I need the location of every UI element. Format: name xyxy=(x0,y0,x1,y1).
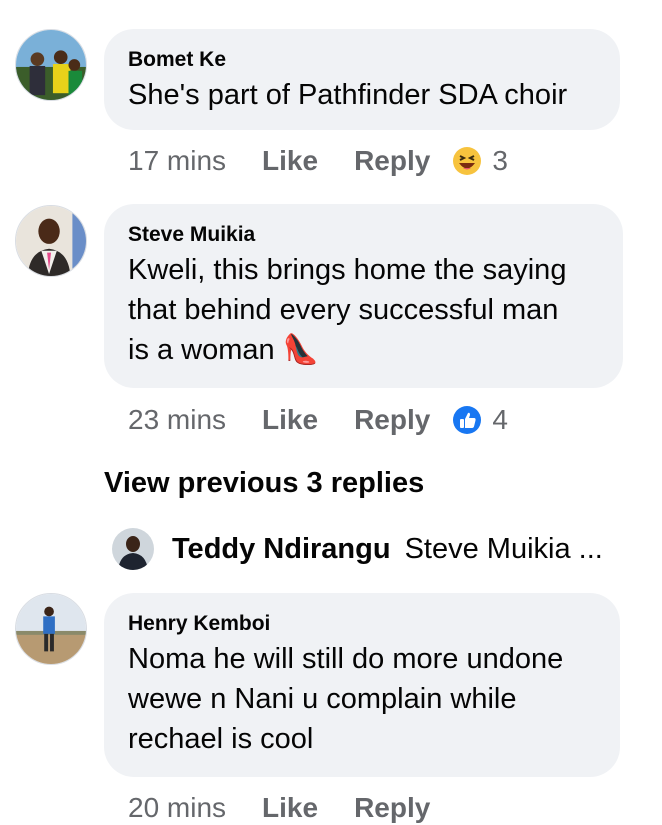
comment-author[interactable]: Henry Kemboi xyxy=(128,611,596,637)
comment-time[interactable]: 20 mins xyxy=(128,791,226,825)
reaction-count[interactable]: 3 xyxy=(492,144,508,178)
reply-author[interactable]: Teddy Ndirangu xyxy=(172,533,391,566)
like-button[interactable]: Like xyxy=(262,403,318,437)
comment-actions: 23 mins Like Reply 4 xyxy=(128,403,508,437)
like-button[interactable]: Like xyxy=(262,144,318,178)
thumbs-up-icon[interactable] xyxy=(452,405,482,435)
comment-bubble: Bomet Ke She's part of Pathfinder SDA ch… xyxy=(104,29,620,130)
avatar-image xyxy=(16,594,86,664)
comment-text-line: Noma he will still do more undone xyxy=(128,643,564,675)
comment-bubble: Steve Muikia Kweli, this brings home the… xyxy=(104,204,623,388)
reply-button[interactable]: Reply xyxy=(354,144,430,178)
comment-text-line: rechael is cool xyxy=(128,723,314,755)
reply-preview[interactable]: Teddy Ndirangu Steve Muikia ... xyxy=(112,528,603,570)
avatar-bomet-ke[interactable] xyxy=(15,29,87,101)
comment-author[interactable]: Steve Muikia xyxy=(128,222,599,248)
avatar-steve-muikia[interactable] xyxy=(15,205,87,277)
comment-text-line: wewe n Nani u complain while xyxy=(128,683,517,715)
comment-text-line: that behind every successful man xyxy=(128,294,559,326)
comment-text-line: is a woman 👠 xyxy=(128,334,319,366)
laughing-emoji-icon[interactable] xyxy=(452,146,482,176)
comment-actions: 20 mins Like Reply xyxy=(128,791,466,825)
reply-button[interactable]: Reply xyxy=(354,403,430,437)
comment-bubble: Henry Kemboi Noma he will still do more … xyxy=(104,593,620,777)
comment-text-line: Kweli, this brings home the saying xyxy=(128,254,567,286)
comment-text: She's part of Pathfinder SDA choir xyxy=(128,79,568,111)
view-previous-replies-link[interactable]: View previous 3 replies xyxy=(104,464,424,502)
reply-button[interactable]: Reply xyxy=(354,791,430,825)
comment-author[interactable]: Bomet Ke xyxy=(128,47,596,73)
comment-actions: 17 mins Like Reply 3 xyxy=(128,144,508,178)
reaction-count[interactable]: 4 xyxy=(492,403,508,437)
reply-preview-text: Steve Muikia ... xyxy=(404,532,603,565)
comment-time[interactable]: 23 mins xyxy=(128,403,226,437)
avatar-image xyxy=(16,206,86,276)
avatar-image xyxy=(16,30,86,100)
avatar-henry-kemboi[interactable] xyxy=(15,593,87,665)
like-button[interactable]: Like xyxy=(262,791,318,825)
comment-time[interactable]: 17 mins xyxy=(128,144,226,178)
avatar-teddy-ndirangu[interactable] xyxy=(112,528,154,570)
